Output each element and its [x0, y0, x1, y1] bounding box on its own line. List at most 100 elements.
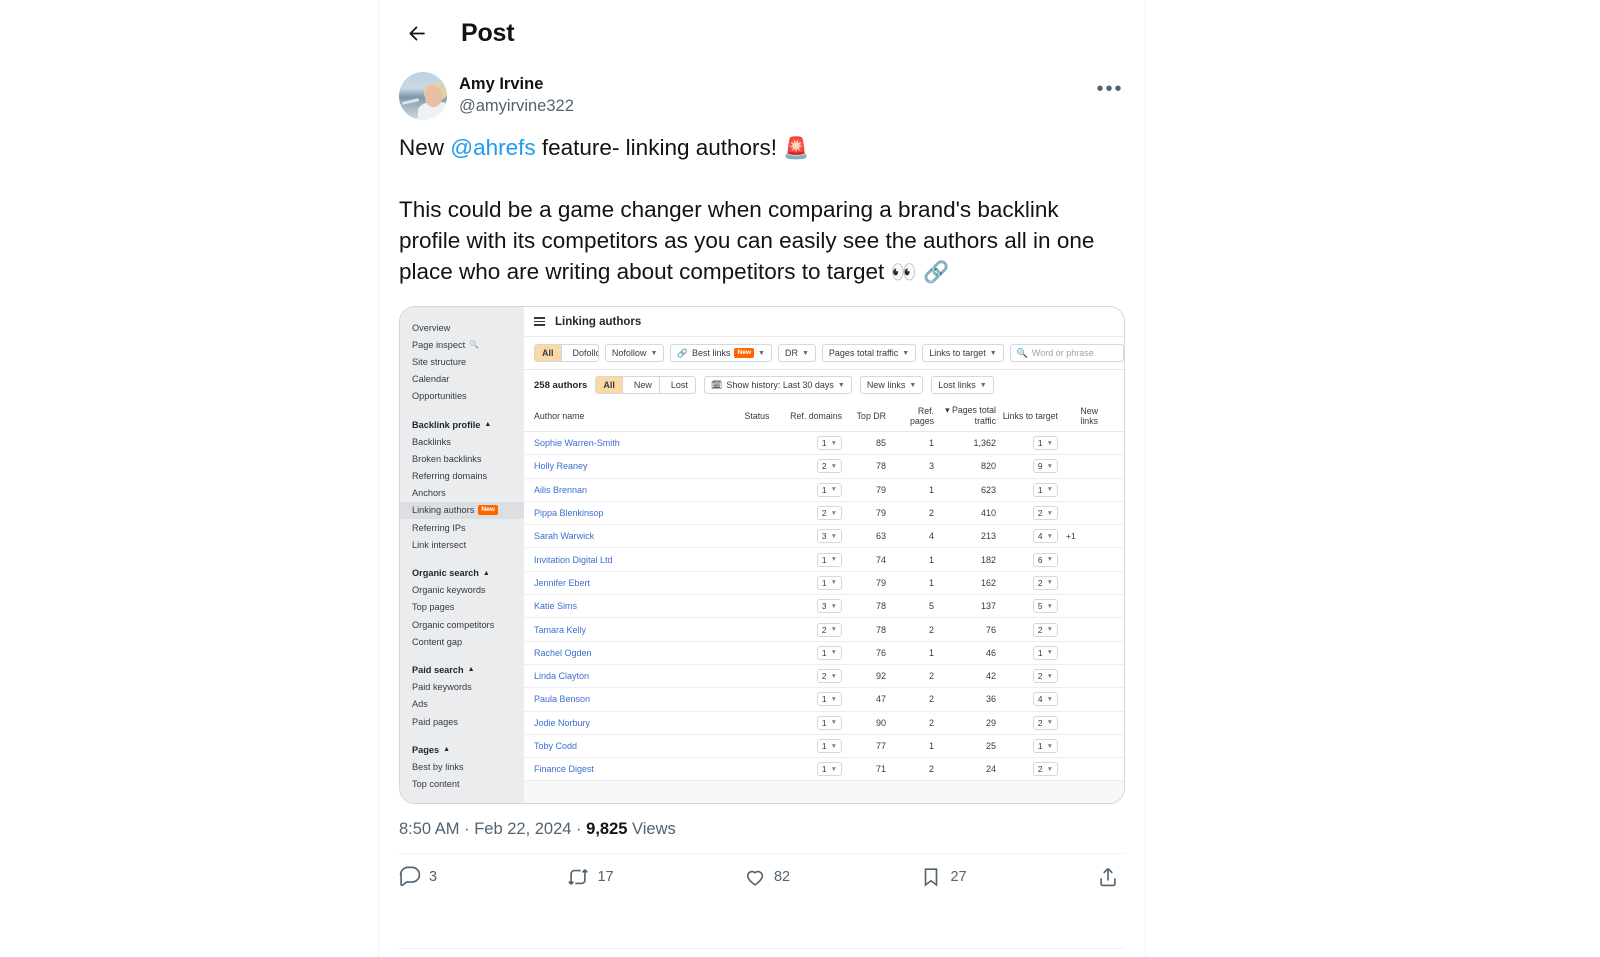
repost-button[interactable]: 17	[567, 866, 614, 888]
sidebar-item-organic-competitors[interactable]: Organic competitors	[412, 616, 524, 633]
sidebar-item-referring-ips[interactable]: Referring IPs	[412, 519, 524, 536]
more-options-button[interactable]: •••	[1093, 72, 1127, 106]
links-to-target-dropdown[interactable]: 2 ▼	[1032, 622, 1058, 637]
links-to-target-dropdown[interactable]: 2 ▼	[1032, 506, 1058, 521]
reply-button[interactable]: 3	[399, 866, 437, 888]
links-to-target-dropdown[interactable]: 4 ▼	[1032, 692, 1058, 707]
links-to-target-dropdown[interactable]: 9 ▼	[1032, 459, 1058, 474]
table-row[interactable]: Jodie Norbury 1 ▼ 90 2 29 2 ▼	[524, 712, 1124, 735]
sidebar-item-top-pages[interactable]: Top pages	[412, 599, 524, 616]
author-link[interactable]: Sarah Warwick	[534, 531, 594, 541]
sidebar-item-ads[interactable]: Ads	[412, 696, 524, 713]
sidebar-item-calendar[interactable]: Calendar	[412, 371, 524, 388]
avatar[interactable]	[399, 72, 447, 120]
sidebar-item-page-inspect[interactable]: Page inspect 🔍	[412, 336, 524, 353]
sidebar-item-backlink-profile[interactable]: Backlink profile ▲	[412, 416, 524, 433]
sidebar-item-linking-authors[interactable]: Linking authors New	[400, 501, 524, 520]
sidebar-item-paid-pages[interactable]: Paid pages	[412, 713, 524, 730]
sidebar-item-opportunities[interactable]: Opportunities	[412, 388, 524, 405]
author-link[interactable]: Holly Reaney	[534, 461, 588, 471]
links-to-target-dropdown[interactable]: 1 ▼	[1032, 482, 1058, 497]
sidebar-item-overview[interactable]: Overview	[412, 319, 524, 336]
links-to-target-dropdown[interactable]: 4 ▼	[1032, 529, 1058, 544]
segment-lost[interactable]: Lost	[664, 377, 695, 393]
filter-dofollow[interactable]: Dofollow	[566, 345, 598, 361]
filter-links-to-target[interactable]: Links to target ▼	[922, 344, 1004, 362]
table-row[interactable]: Katie Sims 3 ▼ 78 5 137 5 ▼	[524, 595, 1124, 619]
author-link[interactable]: Linda Clayton	[534, 671, 589, 681]
sidebar-item-pages[interactable]: Pages ▲	[412, 741, 524, 758]
links-to-target-dropdown[interactable]: 2 ▼	[1032, 715, 1058, 730]
column-header-author-name[interactable]: Author name	[534, 411, 734, 421]
column-header-pages-total-traffic[interactable]: ▾ Pages total traffic	[940, 405, 1002, 426]
table-row[interactable]: Jennifer Ebert 1 ▼ 79 1 162 2 ▼	[524, 572, 1124, 596]
links-to-target-dropdown[interactable]: 1 ▼	[1032, 436, 1058, 451]
author-link[interactable]: Jodie Norbury	[534, 718, 590, 728]
links-to-target-dropdown[interactable]: 6 ▼	[1032, 552, 1058, 567]
column-header-ref-pages[interactable]: Ref. pages	[892, 406, 940, 426]
sidebar-item-top-content[interactable]: Top content	[412, 776, 524, 793]
segment-new[interactable]: New	[627, 377, 660, 393]
column-header-ref-domains[interactable]: Ref. domains	[786, 411, 848, 421]
table-row[interactable]: Toby Codd 1 ▼ 77 1 25 1 ▼	[524, 735, 1124, 759]
column-header-status[interactable]: Status	[734, 411, 786, 421]
column-header-links-to-target[interactable]: Links to target	[1002, 411, 1064, 421]
ref-domains-dropdown[interactable]: 1 ▼	[816, 715, 842, 730]
ref-domains-dropdown[interactable]: 3 ▼	[816, 599, 842, 614]
ref-domains-dropdown[interactable]: 2 ▼	[816, 506, 842, 521]
author-link[interactable]: Invitation Digital Ltd	[534, 555, 613, 565]
sidebar-item-content-gap[interactable]: Content gap	[412, 633, 524, 650]
table-row[interactable]: Invitation Digital Ltd 1 ▼ 74 1 182 6 ▼	[524, 548, 1124, 572]
author-link[interactable]: Sophie Warren-Smith	[534, 438, 620, 448]
follow-type-segment[interactable]: All Dofollow	[534, 344, 599, 362]
table-row[interactable]: Tamara Kelly 2 ▼ 78 2 76 2 ▼	[524, 618, 1124, 642]
author-link[interactable]: Paula Benson	[534, 694, 590, 704]
links-to-target-dropdown[interactable]: 1 ▼	[1032, 739, 1058, 753]
sidebar-item-backlinks[interactable]: Backlinks	[412, 433, 524, 450]
sidebar-item-paid-keywords[interactable]: Paid keywords	[412, 679, 524, 696]
ref-domains-dropdown[interactable]: 1 ▼	[816, 482, 842, 497]
links-to-target-dropdown[interactable]: 1 ▼	[1032, 645, 1058, 660]
status-segment[interactable]: All New Lost	[595, 376, 696, 394]
sidebar-item-broken-backlinks[interactable]: Broken backlinks	[412, 450, 524, 467]
lost-links-dropdown[interactable]: Lost links ▼	[931, 376, 994, 394]
sidebar-item-paid-search[interactable]: Paid search ▲	[412, 661, 524, 678]
sidebar-item-site-structure[interactable]: Site structure	[412, 353, 524, 370]
author-link[interactable]: Finance Digest	[534, 764, 594, 774]
author-link[interactable]: Pippa Blenkinsop	[534, 508, 604, 518]
show-history-dropdown[interactable]: 🗓 Show history: Last 30 days ▼	[703, 376, 852, 394]
hamburger-icon[interactable]	[534, 317, 545, 326]
back-button[interactable]	[397, 14, 435, 52]
ref-domains-dropdown[interactable]: 2 ▼	[816, 669, 842, 684]
author-link[interactable]: Katie Sims	[534, 601, 577, 611]
sidebar-item-best-by-links[interactable]: Best by links	[412, 758, 524, 775]
author-link[interactable]: Ailis Brennan	[534, 485, 587, 495]
filter-pages-total-traffic[interactable]: Pages total traffic ▼	[821, 344, 917, 362]
ref-domains-dropdown[interactable]: 1 ▼	[816, 575, 842, 590]
table-row[interactable]: Holly Reaney 2 ▼ 78 3 820 9 ▼	[524, 455, 1124, 479]
column-header-top-dr[interactable]: Top DR	[848, 411, 892, 421]
author-link[interactable]: Tamara Kelly	[534, 625, 586, 635]
column-header-new-links[interactable]: New links	[1064, 406, 1104, 426]
ref-domains-dropdown[interactable]: 1 ▼	[816, 436, 842, 451]
table-row[interactable]: Sarah Warwick 3 ▼ 63 4 213 4 ▼ +1	[524, 525, 1124, 549]
links-to-target-dropdown[interactable]: 2 ▼	[1032, 575, 1058, 590]
ref-domains-dropdown[interactable]: 3 ▼	[816, 529, 842, 544]
author-display-name[interactable]: Amy Irvine	[459, 74, 574, 95]
ref-domains-dropdown[interactable]: 2 ▼	[816, 622, 842, 637]
table-row[interactable]: Pippa Blenkinsop 2 ▼ 79 2 410 2 ▼	[524, 502, 1124, 526]
ref-domains-dropdown[interactable]: 1 ▼	[816, 739, 842, 753]
table-row[interactable]: Finance Digest 1 ▼ 71 2 24 2 ▼	[524, 758, 1124, 782]
ref-domains-dropdown[interactable]: 1 ▼	[816, 552, 842, 567]
mention-link-ahrefs[interactable]: @ahrefs	[450, 135, 535, 160]
embedded-screenshot[interactable]: Overview Page inspect 🔍 Site structure Calen…	[399, 306, 1125, 804]
sidebar-item-anchors[interactable]: Anchors	[412, 485, 524, 502]
sidebar-item-referring-domains[interactable]: Referring domains	[412, 468, 524, 485]
table-row[interactable]: Ailis Brennan 1 ▼ 79 1 623 1 ▼	[524, 479, 1124, 502]
filter-nofollow[interactable]: Nofollow ▼	[604, 344, 665, 362]
links-to-target-dropdown[interactable]: 5 ▼	[1032, 599, 1058, 614]
ref-domains-dropdown[interactable]: 1 ▼	[816, 645, 842, 660]
author-link[interactable]: Rachel Ogden	[534, 648, 592, 658]
bookmark-button[interactable]: 27	[920, 866, 967, 888]
search-input[interactable]: 🔍 Word or phrase	[1009, 344, 1124, 362]
